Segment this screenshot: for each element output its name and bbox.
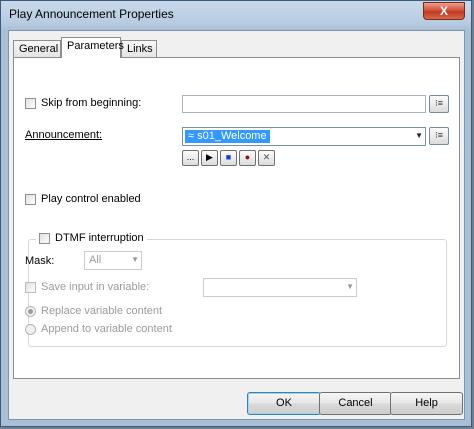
dialog-window: Play Announcement Properties X General P… <box>0 0 472 427</box>
window-title: Play Announcement Properties <box>9 7 174 21</box>
save-input-label: Save input in variable: <box>41 281 150 293</box>
dialog-client: General Parameters Links Skip from begin… <box>8 30 465 420</box>
record-icon: ● <box>244 152 251 162</box>
delete-button[interactable]: ✕ <box>258 150 275 166</box>
dtmf-label: DTMF interruption <box>55 232 144 244</box>
save-input-select[interactable]: ▼ <box>203 278 357 297</box>
mask-select[interactable]: All ▼ <box>84 251 142 270</box>
tab-general[interactable]: General <box>13 40 61 57</box>
announcement-value: ≈ s01_Welcome <box>185 130 270 143</box>
list-picker-icon: ⁝≡ <box>434 130 444 140</box>
announcement-picker-button[interactable]: ⁝≡ <box>429 127 449 145</box>
mask-label: Mask: <box>25 255 55 267</box>
chevron-down-icon: ▼ <box>131 255 139 264</box>
title-bar[interactable]: Play Announcement Properties X <box>1 1 471 29</box>
stop-icon: ■ <box>225 152 232 162</box>
tab-parameters[interactable]: Parameters <box>61 37 124 58</box>
record-button[interactable]: ● <box>239 150 256 166</box>
stop-button[interactable]: ■ <box>220 150 237 166</box>
close-button[interactable]: X <box>423 2 465 20</box>
replace-label: Replace variable content <box>41 305 163 317</box>
skip-label: Skip from beginning: <box>41 97 142 109</box>
play-icon: ▶ <box>206 152 213 162</box>
announcement-label: Announcement: <box>25 129 103 141</box>
delete-icon: ✕ <box>262 152 271 162</box>
parameters-panel: Skip from beginning: ⁝≡ Announcement: ≈ … <box>13 57 460 379</box>
cancel-button[interactable]: Cancel <box>319 392 392 415</box>
list-picker-icon: ⁝≡ <box>434 98 444 108</box>
announcement-controls: ... ▶ ■ ● ✕ <box>182 150 292 166</box>
append-label: Append to variable content <box>41 323 172 335</box>
mask-value: All <box>89 254 102 266</box>
replace-radio[interactable] <box>25 306 36 317</box>
tab-links[interactable]: Links <box>121 40 157 57</box>
play-control-checkbox[interactable] <box>25 194 36 205</box>
save-input-checkbox[interactable] <box>25 282 36 293</box>
browse-button[interactable]: ... <box>182 150 199 166</box>
chevron-down-icon: ▼ <box>415 131 423 140</box>
chevron-down-icon: ▼ <box>346 282 354 291</box>
append-radio[interactable] <box>25 324 36 335</box>
skip-picker-button[interactable]: ⁝≡ <box>429 95 449 113</box>
announcement-select[interactable]: ≈ s01_Welcome ▼ <box>182 127 426 146</box>
dtmf-header: DTMF interruption <box>36 232 147 246</box>
skip-input[interactable] <box>182 95 426 113</box>
play-button[interactable]: ▶ <box>201 150 218 166</box>
help-button[interactable]: Help <box>390 392 463 415</box>
skip-checkbox[interactable] <box>25 98 36 109</box>
dtmf-checkbox[interactable] <box>39 233 50 244</box>
ok-button[interactable]: OK <box>247 392 321 415</box>
ellipsis-icon: ... <box>186 152 195 162</box>
play-control-label: Play control enabled <box>41 193 141 205</box>
